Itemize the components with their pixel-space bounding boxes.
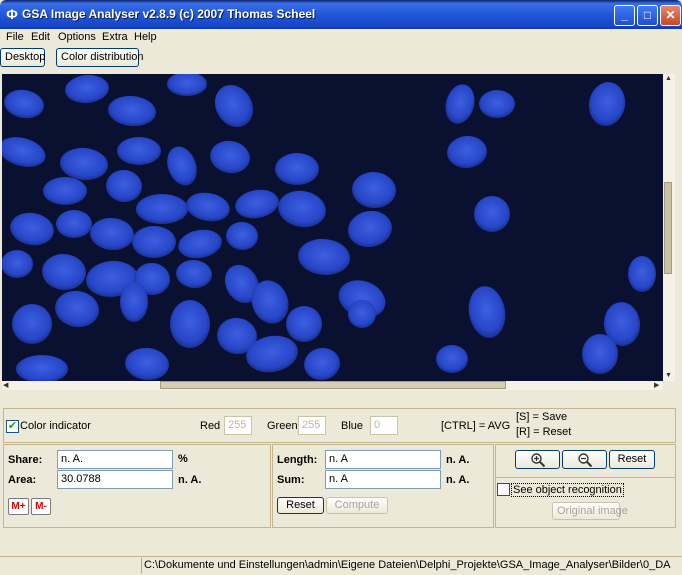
menu-options[interactable]: Options xyxy=(58,31,96,43)
sum-label: Sum: xyxy=(277,474,305,486)
blue-value-field: 0 xyxy=(370,416,398,435)
cell-nucleus xyxy=(474,196,510,232)
share-unit: % xyxy=(178,453,188,465)
color-indicator-checkbox[interactable]: ✔ xyxy=(6,420,19,433)
cell-nucleus xyxy=(479,90,515,118)
maximize-button[interactable]: □ xyxy=(637,5,658,26)
cell-nucleus xyxy=(348,300,376,328)
zoom-out-button[interactable] xyxy=(562,450,607,469)
object-recognition-checkbox[interactable] xyxy=(497,483,510,496)
menu-bar: File Edit Options Extra Help xyxy=(0,29,682,46)
green-value-field: 255 xyxy=(298,416,326,435)
color-indicator-panel xyxy=(3,408,676,443)
cell-nucleus xyxy=(628,256,656,292)
red-value-field: 255 xyxy=(224,416,252,435)
length-label: Length: xyxy=(277,454,318,466)
cell-nucleus xyxy=(43,177,87,205)
cell-nucleus xyxy=(286,306,322,342)
cell-nucleus xyxy=(136,194,188,224)
reset-hint: [R] = Reset xyxy=(516,426,572,438)
length-reset-button[interactable]: Reset xyxy=(277,497,324,514)
menu-extra[interactable]: Extra xyxy=(102,31,128,43)
window-title: GSA Image Analyser v2.8.9 (c) 2007 Thoma… xyxy=(22,7,316,21)
length-field[interactable]: n. A xyxy=(325,450,441,469)
zoom-panel-divider xyxy=(495,477,676,478)
image-viewport[interactable] xyxy=(2,74,663,381)
close-button[interactable]: ✕ xyxy=(660,5,681,26)
vertical-scroll-thumb[interactable] xyxy=(664,182,672,274)
app-icon: Φ xyxy=(6,6,18,22)
zoom-out-icon xyxy=(577,453,592,468)
share-label: Share: xyxy=(8,454,43,466)
ctrl-avg-hint: [CTRL] = AVG xyxy=(441,420,511,432)
zoom-in-button[interactable] xyxy=(515,450,560,469)
memory-minus-button[interactable]: M- xyxy=(31,498,51,515)
menu-help[interactable]: Help xyxy=(134,31,157,43)
green-label: Green xyxy=(267,420,298,432)
sum-field[interactable]: n. A xyxy=(325,470,441,489)
share-field[interactable]: n. A. xyxy=(57,450,173,469)
area-field[interactable]: 30.0788 xyxy=(57,470,173,489)
horizontal-scroll-thumb[interactable] xyxy=(160,381,506,389)
color-distribution-button[interactable]: Color distribution xyxy=(56,48,144,67)
scroll-right-icon[interactable]: ▶ xyxy=(654,382,659,390)
cell-nucleus xyxy=(582,334,618,374)
app-window: Φ GSA Image Analyser v2.8.9 (c) 2007 Tho… xyxy=(0,0,682,575)
zoom-in-icon xyxy=(530,453,545,468)
minimize-button[interactable]: _ xyxy=(614,5,635,26)
cell-nucleus xyxy=(275,153,319,185)
object-recognition-label[interactable]: See object recognition xyxy=(511,483,624,497)
desktop-button[interactable]: Desktop xyxy=(0,48,45,67)
original-image-button: Original image xyxy=(552,502,628,520)
microscopy-image xyxy=(2,74,663,381)
cell-nucleus xyxy=(170,300,210,348)
zoom-reset-button[interactable]: Reset xyxy=(609,450,655,469)
scroll-down-icon[interactable]: ▼ xyxy=(665,372,672,380)
color-indicator-label: Color indicator xyxy=(20,420,91,432)
cell-nucleus xyxy=(117,137,161,165)
cell-nucleus xyxy=(120,282,148,322)
cell-nucleus xyxy=(56,210,92,238)
cell-nucleus xyxy=(2,250,33,278)
length-unit: n. A. xyxy=(446,454,470,466)
title-bar[interactable]: Φ GSA Image Analyser v2.8.9 (c) 2007 Tho… xyxy=(0,0,682,29)
blue-label: Blue xyxy=(341,420,364,432)
scroll-left-icon[interactable]: ◀ xyxy=(3,382,8,390)
menu-edit[interactable]: Edit xyxy=(31,31,50,43)
compute-button: Compute xyxy=(326,497,388,514)
area-unit: n. A. xyxy=(178,474,202,486)
red-label: Red xyxy=(200,420,221,432)
cell-nucleus xyxy=(12,304,52,344)
save-hint: [S] = Save xyxy=(516,411,568,423)
memory-plus-button[interactable]: M+ xyxy=(8,498,29,515)
menu-file[interactable]: File xyxy=(6,31,24,43)
status-file-path: C:\Dokumente und Einstellungen\admin\Eig… xyxy=(141,558,671,573)
sum-unit: n. A. xyxy=(446,474,470,486)
cell-nucleus xyxy=(132,226,176,258)
cell-nucleus xyxy=(436,345,468,373)
area-label: Area: xyxy=(8,474,37,486)
scroll-up-icon[interactable]: ▲ xyxy=(665,75,672,83)
